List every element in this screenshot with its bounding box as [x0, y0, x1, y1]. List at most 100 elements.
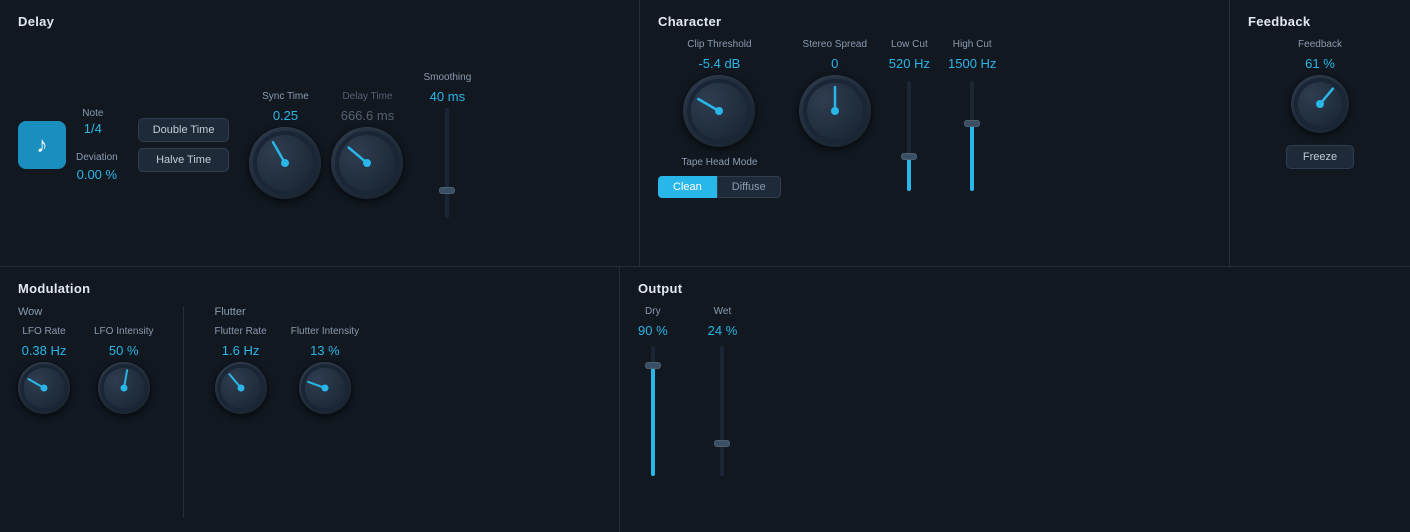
top-section: Delay ♪ Note 1/4 Deviation 0.00 % [0, 0, 1410, 267]
time-buttons: Double Time Halve Time [138, 118, 230, 172]
note-label: Note [82, 108, 103, 119]
bottom-section: Modulation Wow LFO Rate 0.38 Hz [0, 267, 1410, 532]
deviation-value: 0.00 % [77, 167, 117, 182]
lfo-intensity-knob-group: LFO Intensity 50 % [94, 326, 153, 414]
flutter-intensity-knob-group: Flutter Intensity 13 % [291, 326, 359, 414]
dry-slider-thumb[interactable] [645, 362, 661, 369]
delay-title: Delay [18, 14, 621, 29]
deviation-label: Deviation [76, 152, 118, 163]
clip-threshold-label: Clip Threshold [687, 39, 751, 50]
flutter-label: Flutter [214, 306, 359, 318]
feedback-title: Feedback [1248, 14, 1392, 29]
sync-time-label: Sync Time [262, 91, 309, 102]
double-time-button[interactable]: Double Time [138, 118, 230, 142]
stereo-spread-label: Stereo Spread [803, 39, 868, 50]
smoothing-value: 40 ms [430, 89, 465, 104]
mod-divider [183, 306, 184, 519]
high-cut-slider-thumb[interactable] [964, 120, 980, 127]
lfo-rate-knob[interactable] [18, 362, 70, 414]
flutter-intensity-knob[interactable] [299, 362, 351, 414]
lfo-rate-knob-group: LFO Rate 0.38 Hz [18, 326, 70, 414]
wet-label: Wet [714, 306, 732, 317]
lfo-rate-value: 0.38 Hz [22, 343, 67, 358]
wow-label: Wow [18, 306, 153, 318]
stereo-spread-knob[interactable] [799, 75, 871, 147]
feedback-knob-section: Feedback 61 % Freeze [1248, 39, 1392, 169]
wow-knobs: LFO Rate 0.38 Hz LFO Inte [18, 326, 153, 414]
dry-value: 90 % [638, 323, 668, 338]
note-info: Note 1/4 [82, 108, 103, 136]
output-title: Output [638, 281, 1392, 296]
high-cut-slider-track[interactable] [970, 81, 974, 191]
feedback-value: 61 % [1305, 56, 1335, 71]
character-title: Character [658, 14, 1211, 29]
wet-slider-group: Wet 24 % [708, 306, 738, 476]
stereo-spread-value: 0 [831, 56, 838, 71]
clip-threshold-knob[interactable] [683, 75, 755, 147]
clip-threshold-value: -5.4 dB [698, 56, 740, 71]
dry-label: Dry [645, 306, 661, 317]
lfo-intensity-knob[interactable] [98, 362, 150, 414]
deviation-info: Deviation 0.00 % [76, 152, 118, 182]
flutter-rate-label: Flutter Rate [214, 326, 266, 337]
mod-content: Wow LFO Rate 0.38 Hz [18, 306, 601, 519]
delay-time-knob-group: Delay Time 666.6 ms [331, 91, 403, 199]
tape-mode-buttons: Clean Diffuse [658, 176, 781, 198]
flutter-knobs: Flutter Rate 1.6 Hz Flutt [214, 326, 359, 414]
modulation-title: Modulation [18, 281, 601, 296]
smoothing-label: Smoothing [423, 72, 471, 83]
sync-time-knob-group: Sync Time 0.25 [249, 91, 321, 199]
delay-time-knob[interactable] [331, 127, 403, 199]
flutter-intensity-value: 13 % [310, 343, 340, 358]
wet-value: 24 % [708, 323, 738, 338]
low-cut-slider-thumb[interactable] [901, 153, 917, 160]
low-cut-slider-group: Low Cut 520 Hz [889, 39, 930, 191]
delay-panel: Delay ♪ Note 1/4 Deviation 0.00 % [0, 0, 640, 266]
note-icon[interactable]: ♪ [18, 121, 66, 169]
feedback-knob[interactable] [1291, 75, 1349, 133]
low-cut-slider-track[interactable] [907, 81, 911, 191]
high-cut-label: High Cut [953, 39, 992, 50]
tape-head-label: Tape Head Mode [681, 157, 757, 168]
output-panel: Output Dry 90 % Wet 24 % [620, 267, 1410, 532]
tape-mode-section: Tape Head Mode Clean Diffuse [658, 157, 781, 198]
low-cut-value: 520 Hz [889, 56, 930, 71]
output-content: Dry 90 % Wet 24 % [638, 306, 1392, 519]
low-cut-label: Low Cut [891, 39, 928, 50]
delay-time-value: 666.6 ms [341, 108, 394, 123]
flutter-section: Flutter Flutter Rate 1.6 Hz [214, 306, 359, 414]
note-value: 1/4 [84, 121, 102, 136]
dry-slider-track[interactable] [651, 346, 655, 476]
delay-content: ♪ Note 1/4 Deviation 0.00 % Double Time … [18, 39, 621, 252]
wow-section: Wow LFO Rate 0.38 Hz [18, 306, 153, 414]
flutter-rate-knob-group: Flutter Rate 1.6 Hz [214, 326, 266, 414]
dry-slider-group: Dry 90 % [638, 306, 668, 476]
lfo-intensity-label: LFO Intensity [94, 326, 153, 337]
char-content: Clip Threshold -5.4 dB Tape Head Mode Cl… [658, 39, 1211, 252]
smoothing-slider-thumb[interactable] [439, 187, 455, 194]
flutter-rate-value: 1.6 Hz [222, 343, 260, 358]
diffuse-button[interactable]: Diffuse [717, 176, 781, 198]
halve-time-button[interactable]: Halve Time [138, 148, 230, 172]
high-cut-slider-group: High Cut 1500 Hz [948, 39, 996, 191]
lfo-intensity-value: 50 % [109, 343, 139, 358]
high-cut-value: 1500 Hz [948, 56, 996, 71]
smoothing-group: Smoothing 40 ms [423, 72, 471, 218]
clip-threshold-section: Clip Threshold -5.4 dB Tape Head Mode Cl… [658, 39, 781, 198]
feedback-panel: Feedback Feedback 61 % Freeze [1230, 0, 1410, 266]
stereo-spread-section: Stereo Spread 0 [799, 39, 871, 147]
sync-time-knob[interactable] [249, 127, 321, 199]
modulation-panel: Modulation Wow LFO Rate 0.38 Hz [0, 267, 620, 532]
freeze-button[interactable]: Freeze [1286, 145, 1354, 169]
flutter-rate-knob[interactable] [215, 362, 267, 414]
delay-time-label: Delay Time [342, 91, 392, 102]
wet-slider-thumb[interactable] [714, 440, 730, 447]
app-container: Delay ♪ Note 1/4 Deviation 0.00 % [0, 0, 1410, 532]
character-panel: Character Clip Threshold -5.4 dB Tape H [640, 0, 1230, 266]
sync-time-value: 0.25 [273, 108, 298, 123]
feedback-label: Feedback [1298, 39, 1342, 50]
clean-button[interactable]: Clean [658, 176, 717, 198]
wet-slider-track[interactable] [720, 346, 724, 476]
flutter-intensity-label: Flutter Intensity [291, 326, 359, 337]
smoothing-slider-track[interactable] [445, 108, 449, 218]
